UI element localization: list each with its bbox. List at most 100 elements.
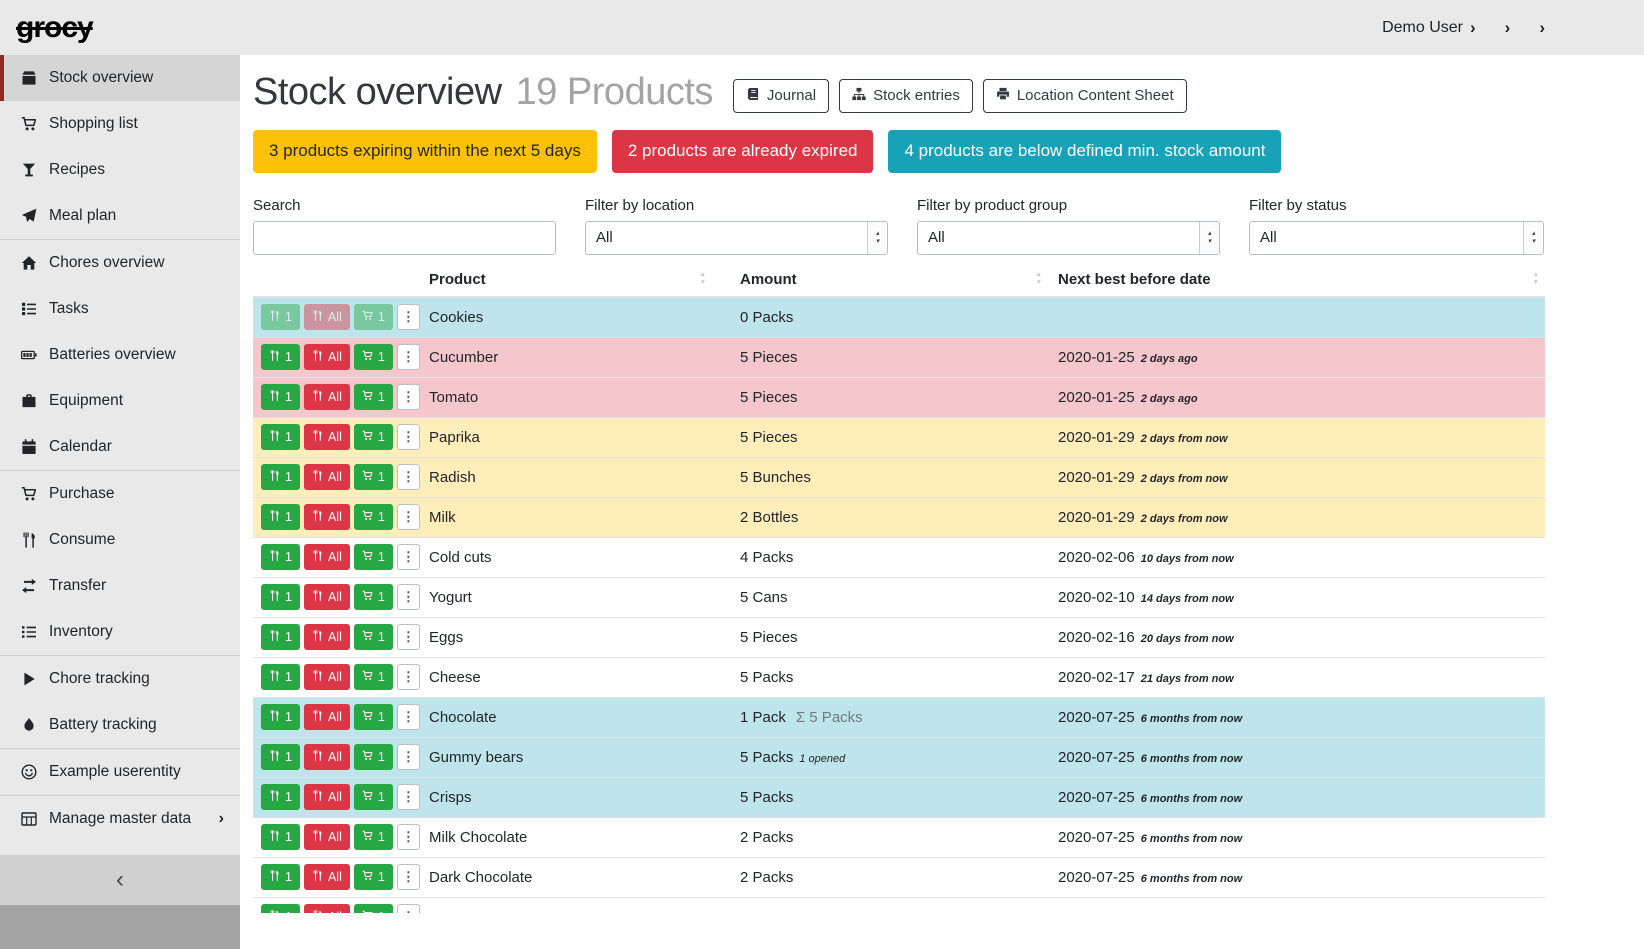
row-menu-button[interactable]: ⋮ (397, 824, 420, 850)
consume-one-button[interactable]: 1 (261, 584, 300, 610)
sidebar-item-inventory[interactable]: Inventory (0, 609, 240, 655)
user-menu[interactable]: Demo User › (1375, 19, 1476, 37)
open-one-button[interactable]: 1 (354, 584, 393, 610)
sidebar-item-batteries-overview[interactable]: Batteries overview (0, 332, 240, 378)
consume-one-button[interactable]: 1 (261, 824, 300, 850)
open-one-button[interactable]: 1 (354, 824, 393, 850)
sidebar-item-calendar[interactable]: Calendar (0, 424, 240, 470)
row-menu-button[interactable]: ⋮ (397, 864, 420, 890)
sidebar-item-example-userentity[interactable]: Example userentity (0, 749, 240, 795)
consume-all-button[interactable]: All (304, 544, 350, 570)
row-menu-button[interactable]: ⋮ (397, 424, 420, 450)
open-one-button[interactable]: 1 (354, 624, 393, 650)
below-min-stock-banner[interactable]: 4 products are below defined min. stock … (888, 130, 1281, 173)
sidebar-item-consume[interactable]: Consume (0, 517, 240, 563)
consume-one-button[interactable]: 1 (261, 464, 300, 490)
open-one-button[interactable]: 1 (354, 344, 393, 370)
consume-all-button[interactable]: All (304, 584, 350, 610)
consume-all-button[interactable]: All (304, 624, 350, 650)
open-one-button[interactable]: 1 (354, 464, 393, 490)
consume-one-button[interactable]: 1 (261, 624, 300, 650)
row-menu-button[interactable]: ⋮ (397, 904, 420, 913)
consume-all-button[interactable]: All (304, 824, 350, 850)
sidebar-item-stock-overview[interactable]: Stock overview (0, 55, 240, 101)
row-menu-button[interactable]: ⋮ (397, 744, 420, 770)
best-before-column-header[interactable]: Next best before date ▲▼ (1058, 271, 1545, 288)
sidebar-item-meal-plan[interactable]: Meal plan (0, 193, 240, 239)
stock-entries-button[interactable]: Stock entries (839, 79, 973, 113)
consume-one-button[interactable]: 1 (261, 384, 300, 410)
consume-one-button[interactable]: 1 (261, 784, 300, 810)
app-logo[interactable]: grocy (16, 11, 93, 45)
expired-products-banner[interactable]: 2 products are already expired (612, 130, 874, 173)
row-menu-button[interactable]: ⋮ (397, 664, 420, 690)
sidebar-item-chore-tracking[interactable]: Chore tracking (0, 656, 240, 702)
consume-all-button[interactable]: All (304, 744, 350, 770)
open-one-button[interactable]: 1 (354, 744, 393, 770)
row-menu-button[interactable]: ⋮ (397, 504, 420, 530)
journal-button[interactable]: Journal (733, 79, 829, 113)
row-menu-button[interactable]: ⋮ (397, 624, 420, 650)
consume-one-button[interactable]: 1 (261, 864, 300, 890)
consume-all-button[interactable]: All (304, 304, 350, 330)
consume-all-button[interactable]: All (304, 504, 350, 530)
open-one-button[interactable]: 1 (354, 784, 393, 810)
consume-one-button[interactable]: 1 (261, 664, 300, 690)
sidebar-item-battery-tracking[interactable]: Battery tracking (0, 702, 240, 748)
sidebar-collapse-button[interactable]: ‹ (0, 855, 240, 905)
open-one-button[interactable]: 1 (354, 664, 393, 690)
sidebar-item-tasks[interactable]: Tasks (0, 286, 240, 332)
consume-all-button[interactable]: All (304, 784, 350, 810)
open-one-button[interactable]: 1 (354, 704, 393, 730)
admin-tools-menu[interactable]: › (1532, 19, 1545, 36)
sidebar-item-chores-overview[interactable]: Chores overview (0, 240, 240, 286)
ellipsis-v-icon: ⋮ (402, 909, 415, 913)
open-one-button[interactable]: 1 (354, 544, 393, 570)
open-one-button[interactable]: 1 (354, 864, 393, 890)
sidebar-item-equipment[interactable]: Equipment (0, 378, 240, 424)
open-one-button[interactable]: 1 (354, 424, 393, 450)
consume-all-button[interactable]: All (304, 424, 350, 450)
consume-one-button[interactable]: 1 (261, 344, 300, 370)
consume-all-button[interactable]: All (304, 864, 350, 890)
row-menu-button[interactable]: ⋮ (397, 544, 420, 570)
consume-one-button[interactable]: 1 (261, 704, 300, 730)
consume-one-button[interactable]: 1 (261, 744, 300, 770)
sidebar-item-manage-master-data[interactable]: Manage master data› (0, 796, 240, 842)
open-one-button[interactable]: 1 (354, 904, 393, 913)
sidebar-item-transfer[interactable]: Transfer (0, 563, 240, 609)
location-content-sheet-button[interactable]: Location Content Sheet (983, 79, 1187, 113)
consume-one-button[interactable]: 1 (261, 504, 300, 530)
expiring-products-banner[interactable]: 3 products expiring within the next 5 da… (253, 130, 597, 173)
open-one-button[interactable]: 1 (354, 304, 393, 330)
amount-column-header[interactable]: Amount ▲▼ (740, 271, 1058, 288)
row-menu-button[interactable]: ⋮ (397, 304, 420, 330)
status-filter-select[interactable]: All ▴▾ (1249, 221, 1544, 255)
row-menu-button[interactable]: ⋮ (397, 344, 420, 370)
quick-settings-menu[interactable]: › (1498, 19, 1511, 36)
search-input[interactable] (253, 221, 556, 255)
row-menu-button[interactable]: ⋮ (397, 584, 420, 610)
consume-one-button[interactable]: 1 (261, 544, 300, 570)
consume-all-button[interactable]: All (304, 384, 350, 410)
consume-one-button[interactable]: 1 (261, 904, 300, 913)
open-one-button[interactable]: 1 (354, 384, 393, 410)
row-menu-button[interactable]: ⋮ (397, 384, 420, 410)
product-column-header[interactable]: Product ▲▼ (429, 271, 740, 288)
consume-all-button[interactable]: All (304, 704, 350, 730)
row-menu-button[interactable]: ⋮ (397, 784, 420, 810)
row-menu-button[interactable]: ⋮ (397, 464, 420, 490)
consume-all-button[interactable]: All (304, 344, 350, 370)
sidebar-item-purchase[interactable]: Purchase (0, 471, 240, 517)
consume-one-button[interactable]: 1 (261, 424, 300, 450)
consume-all-button[interactable]: All (304, 664, 350, 690)
sidebar-item-shopping-list[interactable]: Shopping list (0, 101, 240, 147)
product-group-filter-select[interactable]: All ▴▾ (917, 221, 1220, 255)
row-menu-button[interactable]: ⋮ (397, 704, 420, 730)
consume-all-button[interactable]: All (304, 464, 350, 490)
location-filter-select[interactable]: All ▴▾ (585, 221, 888, 255)
consume-one-button[interactable]: 1 (261, 304, 300, 330)
open-one-button[interactable]: 1 (354, 504, 393, 530)
sidebar-item-recipes[interactable]: Recipes (0, 147, 240, 193)
consume-all-button[interactable]: All (304, 904, 350, 913)
